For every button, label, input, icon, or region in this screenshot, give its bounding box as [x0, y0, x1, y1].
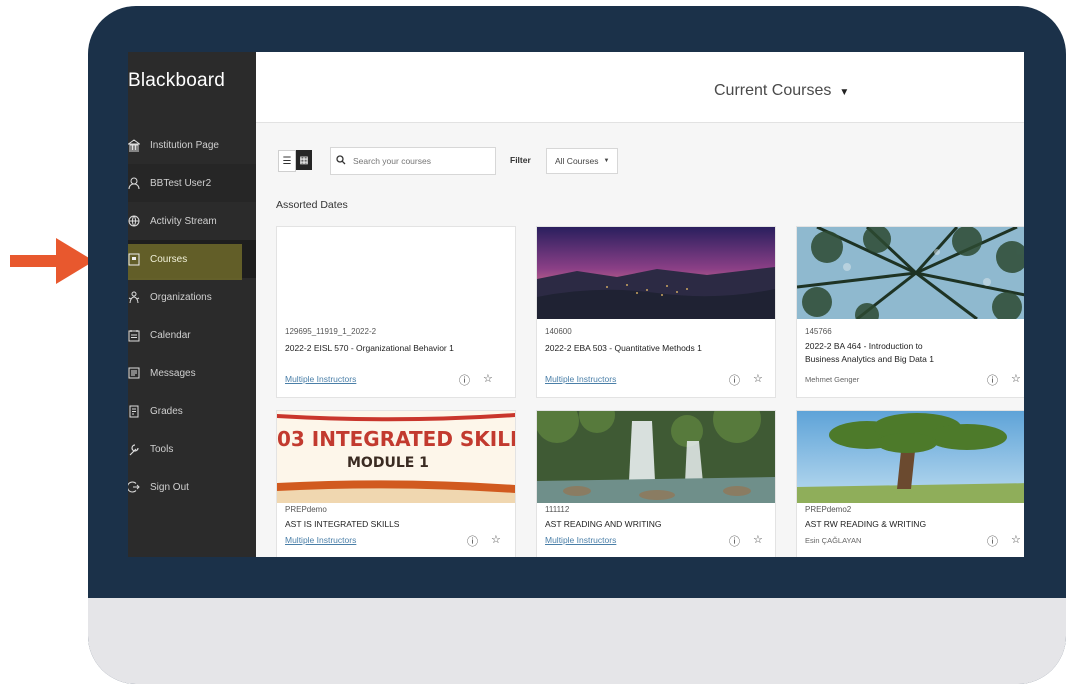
thumbnail-banner-subtitle: MODULE 1 [347, 455, 429, 471]
filter-label: Filter [510, 155, 531, 165]
favorite-star-icon[interactable]: ☆ [753, 372, 763, 385]
monitor-frame: Blackboard Institution Page BBTest User2 [88, 6, 1066, 684]
sidebar-item-label: Institution Page [150, 139, 219, 151]
list-view-icon[interactable]: ☰ [278, 150, 296, 172]
course-thumbnail-integrated-skills: 03 INTEGRATED SKILL MODULE 1 [277, 411, 515, 503]
search-box [330, 147, 496, 175]
calendar-icon [128, 328, 140, 342]
sidebar-item-label: Calendar [150, 329, 191, 341]
view-toggle: ☰ ▦ [278, 150, 312, 172]
course-instructor-link[interactable]: Multiple Instructors [285, 374, 356, 384]
sidebar-item-institution-page[interactable]: Institution Page [128, 126, 256, 164]
course-card[interactable]: 03 INTEGRATED SKILL MODULE 1 PREPdemo AS… [276, 410, 516, 557]
sidebar-item-sign-out[interactable]: Sign Out [128, 468, 256, 506]
favorite-star-icon[interactable]: ☆ [491, 533, 501, 546]
course-instructor-link[interactable]: Multiple Instructors [545, 374, 616, 384]
messages-icon [128, 366, 140, 380]
sidebar-item-label: Grades [150, 405, 183, 417]
favorite-star-icon[interactable]: ☆ [1011, 372, 1021, 385]
sidebar-nav: Institution Page BBTest User2 Activity S… [128, 126, 256, 506]
course-instructor-link[interactable]: Multiple Instructors [285, 535, 356, 545]
sidebar-item-label: BBTest User2 [150, 177, 212, 189]
filter-select[interactable]: All Courses ▼ [546, 148, 619, 174]
info-icon[interactable]: ⓘ [729, 533, 740, 549]
course-thumbnail-waterfall [537, 411, 775, 503]
course-card[interactable]: 111112 AST READING AND WRITING Multiple … [536, 410, 776, 557]
sidebar-item-label: Courses [150, 253, 188, 265]
page-title-dropdown[interactable]: Current Courses ▼ [714, 82, 849, 100]
header-bar: Current Courses ▼ [256, 52, 1024, 123]
info-icon[interactable]: ⓘ [467, 533, 478, 549]
user-icon [128, 176, 140, 190]
page-title: Current Courses [714, 82, 832, 99]
sidebar-item-profile[interactable]: BBTest User2 [128, 164, 256, 202]
sidebar-item-label: Messages [150, 367, 196, 379]
caret-down-icon: ▼ [603, 158, 610, 164]
course-card[interactable]: 129695_11919_1_2022-2 2022-2 EISL 570 - … [276, 226, 516, 398]
grades-icon [128, 404, 140, 418]
filter-value: All Courses [555, 156, 599, 166]
info-icon[interactable]: ⓘ [729, 372, 740, 388]
institution-icon [128, 138, 140, 152]
course-code: PREPdemo2 [805, 505, 852, 514]
sidebar-item-messages[interactable]: Messages [128, 354, 256, 392]
favorite-star-icon[interactable]: ☆ [1011, 533, 1021, 546]
sidebar-item-tools[interactable]: Tools [128, 430, 256, 468]
sidebar-item-grades[interactable]: Grades [128, 392, 256, 430]
course-thumbnail-forest-canopy [797, 227, 1024, 319]
favorite-star-icon[interactable]: ☆ [753, 533, 763, 546]
sidebar-item-label: Organizations [150, 291, 212, 303]
course-thumbnail-tree [797, 411, 1024, 503]
course-instructor: Mehmet Genger [805, 375, 860, 384]
sidebar-item-label: Sign Out [150, 481, 189, 493]
main-content: Current Courses ▼ ☰ ▦ Filter All Courses [256, 52, 1024, 557]
monitor-chin [88, 598, 1066, 684]
search-input[interactable] [351, 155, 485, 167]
sidebar-item-calendar[interactable]: Calendar [128, 316, 256, 354]
organizations-icon [128, 290, 140, 304]
search-icon [331, 154, 351, 168]
course-card[interactable]: 145766 2022-2 BA 464 - Introduction to B… [796, 226, 1024, 398]
info-icon[interactable]: ⓘ [987, 372, 998, 388]
course-code: 129695_11919_1_2022-2 [285, 327, 377, 336]
course-name: AST IS INTEGRATED SKILLS [285, 519, 400, 529]
sidebar-item-organizations[interactable]: Organizations [128, 278, 256, 316]
course-card[interactable]: PREPdemo2 AST RW READING & WRITING Esin … [796, 410, 1024, 557]
sidebar-item-label: Activity Stream [150, 215, 217, 227]
course-code: 111112 [545, 505, 570, 514]
globe-icon [128, 214, 140, 228]
course-card[interactable]: 140600 2022-2 EBA 503 - Quantitative Met… [536, 226, 776, 398]
course-thumbnail-city-dusk [537, 227, 775, 319]
course-name: AST READING AND WRITING [545, 519, 662, 529]
tools-icon [128, 442, 140, 456]
info-icon[interactable]: ⓘ [459, 372, 470, 388]
pointer-arrow-icon [10, 236, 96, 293]
course-name: 2022-2 EBA 503 - Quantitative Methods 1 [545, 343, 702, 353]
sidebar-item-activity-stream[interactable]: Activity Stream [128, 202, 256, 240]
brand-logo: Blackboard [128, 70, 226, 91]
caret-down-icon: ▼ [839, 87, 850, 98]
course-code: PREPdemo [285, 505, 327, 514]
thumbnail-banner-title: 03 INTEGRATED SKILL [277, 427, 515, 451]
courses-icon [128, 252, 140, 266]
course-instructor: Esin ÇAĞLAYAN [805, 536, 862, 545]
sign-out-icon [128, 480, 140, 494]
sidebar-item-courses[interactable]: Courses [128, 240, 256, 280]
sidebar-item-label: Tools [150, 443, 174, 455]
info-icon[interactable]: ⓘ [987, 533, 998, 549]
sidebar: Blackboard Institution Page BBTest User2 [128, 52, 256, 557]
course-code: 140600 [545, 327, 572, 336]
section-title: Assorted Dates [276, 199, 348, 211]
favorite-star-icon[interactable]: ☆ [483, 372, 493, 385]
course-instructor-link[interactable]: Multiple Instructors [545, 535, 616, 545]
grid-view-icon[interactable]: ▦ [296, 150, 312, 170]
screen: Blackboard Institution Page BBTest User2 [128, 52, 1024, 557]
course-name: 2022-2 BA 464 - Introduction to [805, 341, 923, 351]
course-name-continued: Business Analytics and Big Data 1 [805, 354, 934, 364]
course-code: 145766 [805, 327, 832, 336]
course-name: AST RW READING & WRITING [805, 519, 927, 529]
course-name: 2022-2 EISL 570 - Organizational Behavio… [285, 343, 454, 353]
